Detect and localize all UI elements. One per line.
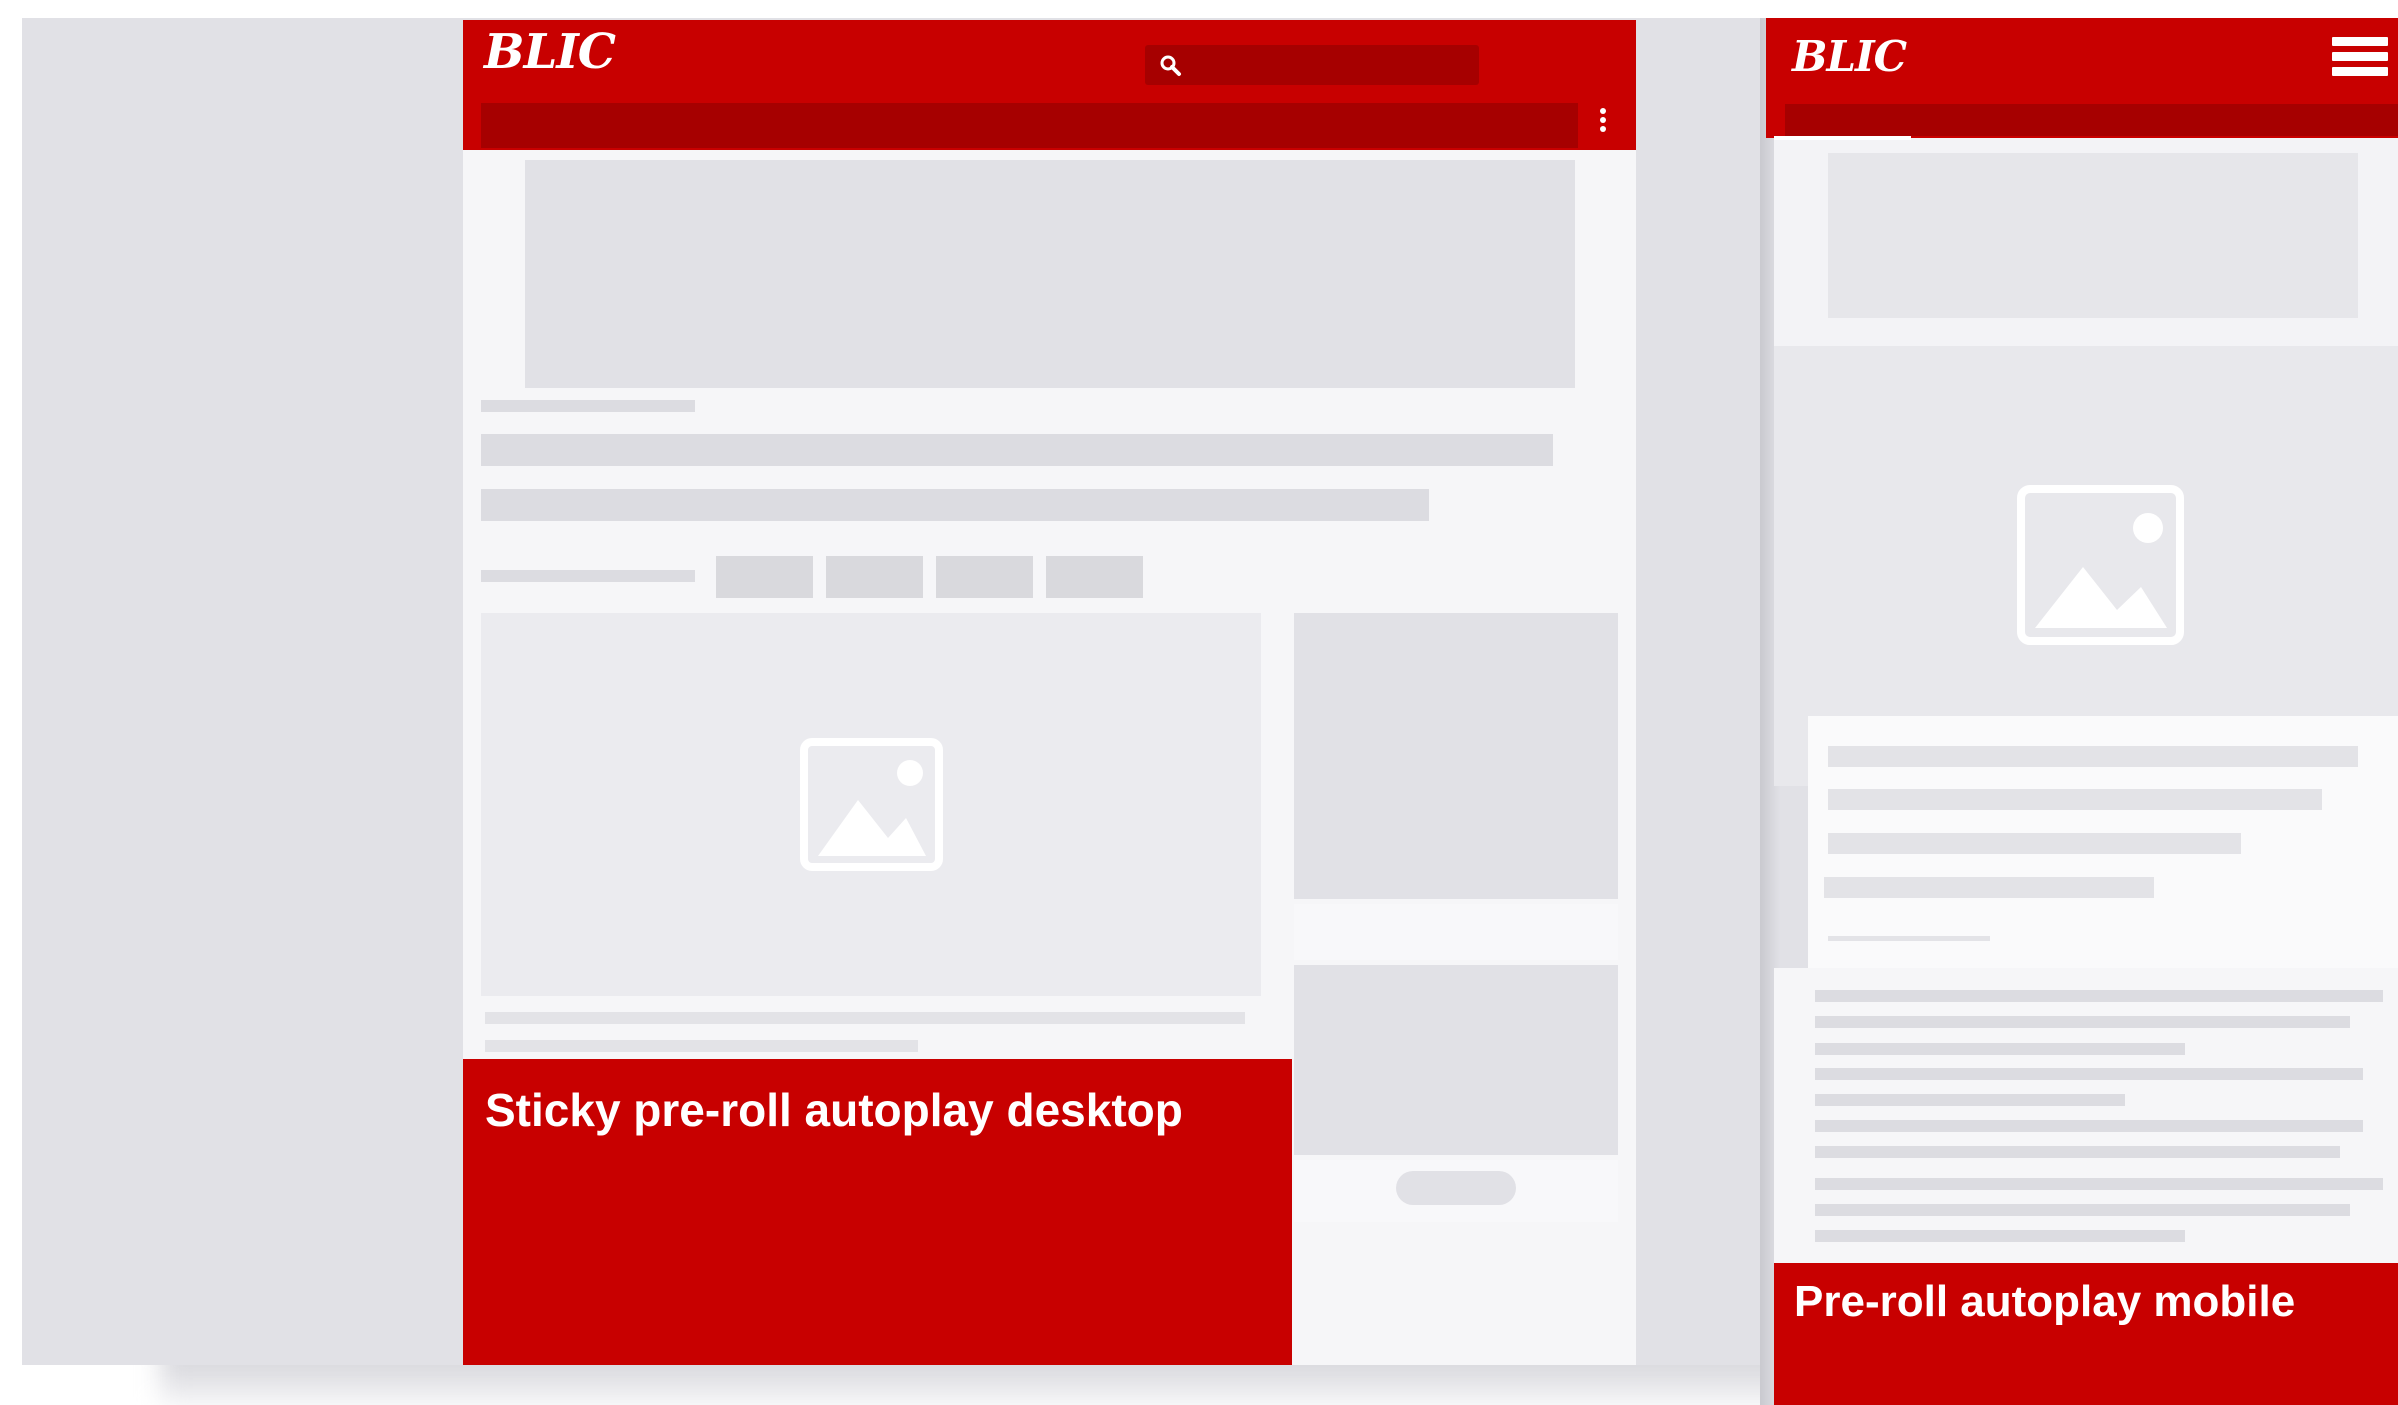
category-text-skeleton — [481, 400, 695, 412]
desktop-nav-bar[interactable] — [481, 103, 1578, 148]
desktop-ad-label: Sticky pre-roll autoplay desktop — [485, 1084, 1183, 1136]
mobile-banner-placeholder — [1828, 153, 2358, 318]
body-line-skeleton — [1815, 1094, 2125, 1106]
image-placeholder-icon — [2017, 485, 2184, 645]
sidebar-gap — [1294, 904, 1618, 960]
body-line-skeleton — [1815, 1230, 2185, 1242]
desktop-search-input[interactable] — [1145, 45, 1479, 85]
body-line-skeleton — [1815, 1178, 2383, 1190]
sidebar-more-button[interactable] — [1396, 1171, 1516, 1205]
mobile-meta-skeleton — [1828, 936, 1990, 941]
sticky-preroll-desktop-ad[interactable]: Sticky pre-roll autoplay desktop — [463, 1059, 1292, 1365]
headline-line-skeleton — [481, 489, 1429, 521]
headline-line-skeleton — [481, 434, 1553, 466]
mobile-nav-bar[interactable] — [1785, 104, 2398, 136]
mobile-headline-skeleton — [1828, 746, 2358, 767]
mobile-ad-label: Pre-roll autoplay mobile — [1794, 1277, 2296, 1326]
share-button-skeleton[interactable] — [716, 556, 813, 598]
body-line-skeleton — [1815, 1068, 2363, 1080]
body-line-skeleton — [1815, 1016, 2350, 1028]
caption-skeleton — [485, 1012, 1245, 1024]
body-line-skeleton — [1815, 1146, 2340, 1158]
mobile-headline-skeleton — [1828, 789, 2322, 810]
kebab-menu-icon[interactable] — [1596, 105, 1610, 145]
mobile-logo[interactable]: BLIC — [1792, 32, 1907, 81]
meta-text-skeleton — [481, 570, 695, 582]
share-button-skeleton[interactable] — [1046, 556, 1143, 598]
mobile-headline-skeleton — [1828, 833, 2241, 854]
body-line-skeleton — [1815, 1204, 2350, 1216]
body-line-skeleton — [1815, 1043, 2185, 1055]
mobile-headline-skeleton — [1824, 877, 2154, 898]
mobile-nav-indicator — [1774, 136, 1911, 140]
top-banner-placeholder — [525, 160, 1575, 388]
body-line-skeleton — [1815, 1120, 2363, 1132]
preroll-mobile-ad[interactable]: Pre-roll autoplay mobile — [1774, 1263, 2398, 1405]
share-button-skeleton[interactable] — [826, 556, 923, 598]
body-line-skeleton — [1815, 990, 2383, 1002]
image-placeholder-icon — [800, 738, 943, 871]
desktop-logo[interactable]: BLIC — [484, 24, 616, 80]
sidebar-card-placeholder — [1294, 965, 1618, 1155]
hamburger-menu-icon[interactable] — [2332, 37, 2388, 89]
share-button-skeleton[interactable] — [936, 556, 1033, 598]
caption-skeleton — [485, 1040, 918, 1052]
mobile-body — [1774, 968, 2398, 1268]
search-icon — [1160, 55, 1181, 76]
sidebar-ad-placeholder — [1294, 613, 1618, 899]
